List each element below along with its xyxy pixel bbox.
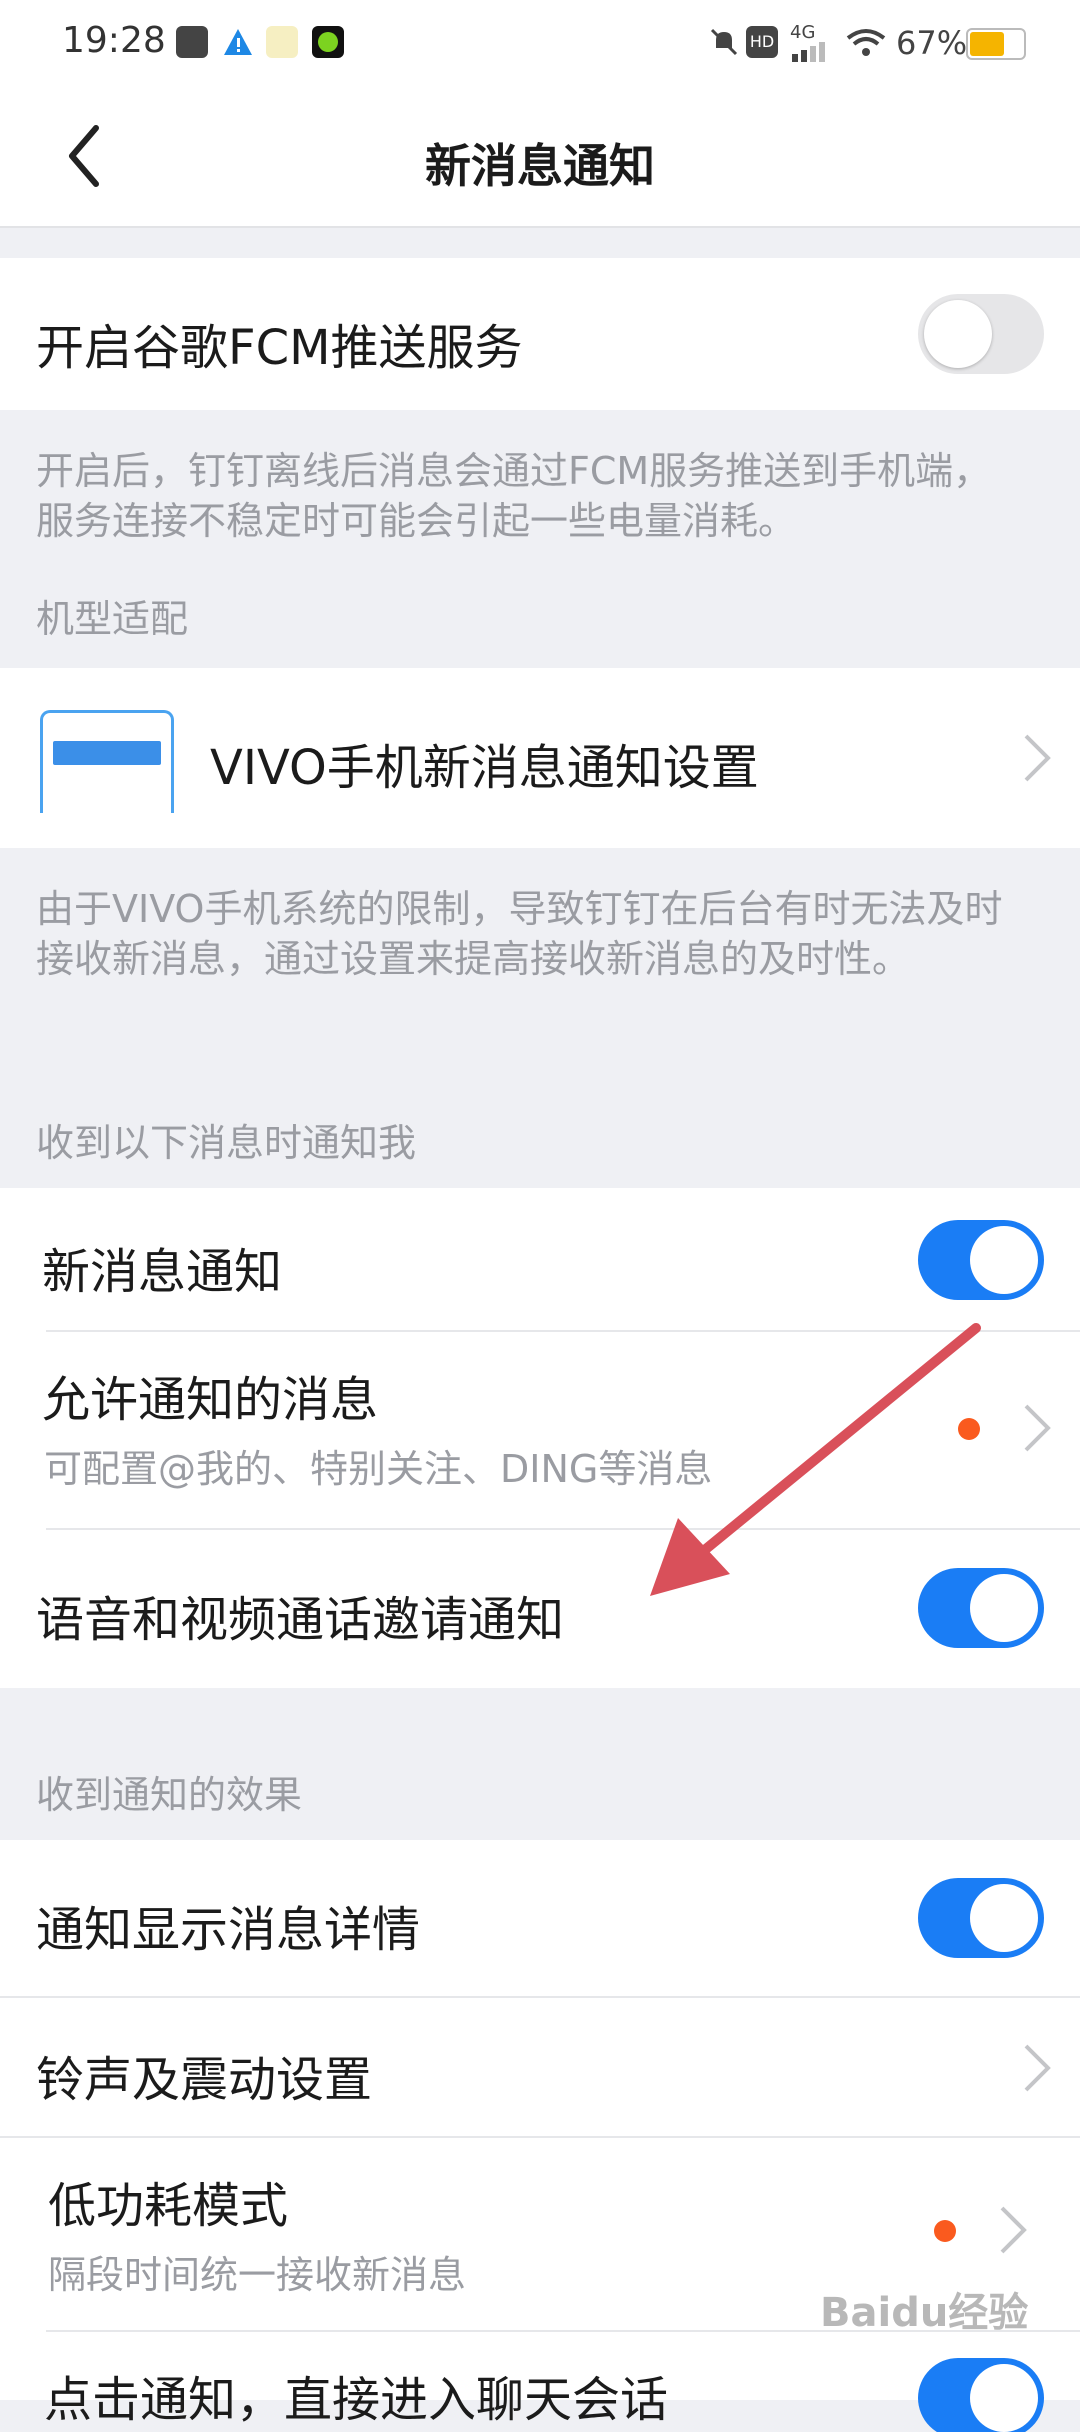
annotation-arrow bbox=[650, 1323, 981, 1596]
watermark: Baidu经验 bbox=[820, 2290, 1029, 2336]
